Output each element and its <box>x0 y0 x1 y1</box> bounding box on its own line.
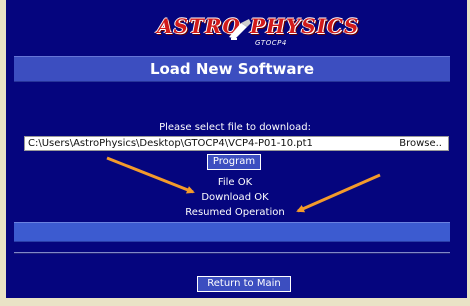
progress-bar <box>14 222 450 242</box>
program-button[interactable]: Program <box>207 154 261 170</box>
file-input[interactable]: C:\Users\AstroPhysics\Desktop\GTOCP4\VCP… <box>24 136 449 151</box>
resumed-status: Resumed Operation <box>185 207 285 218</box>
download-status: Download OK <box>201 192 269 203</box>
file-path-value: C:\Users\AstroPhysics\Desktop\GTOCP4\VCP… <box>28 138 313 149</box>
divider <box>14 252 450 254</box>
file-status: File OK <box>217 177 253 188</box>
file-select-prompt: Please select file to download: <box>159 122 311 133</box>
logo-subtext: GTOCP4 <box>255 39 287 47</box>
astro-physics-logo: ASTRO PHYSICS GTOCP4 <box>6 14 467 52</box>
browse-button[interactable]: Browse.. <box>399 137 442 150</box>
return-to-main-button[interactable]: Return to Main <box>197 276 291 292</box>
page-title: Load New Software <box>14 56 450 82</box>
logo-right-word: PHYSICS <box>250 14 360 38</box>
